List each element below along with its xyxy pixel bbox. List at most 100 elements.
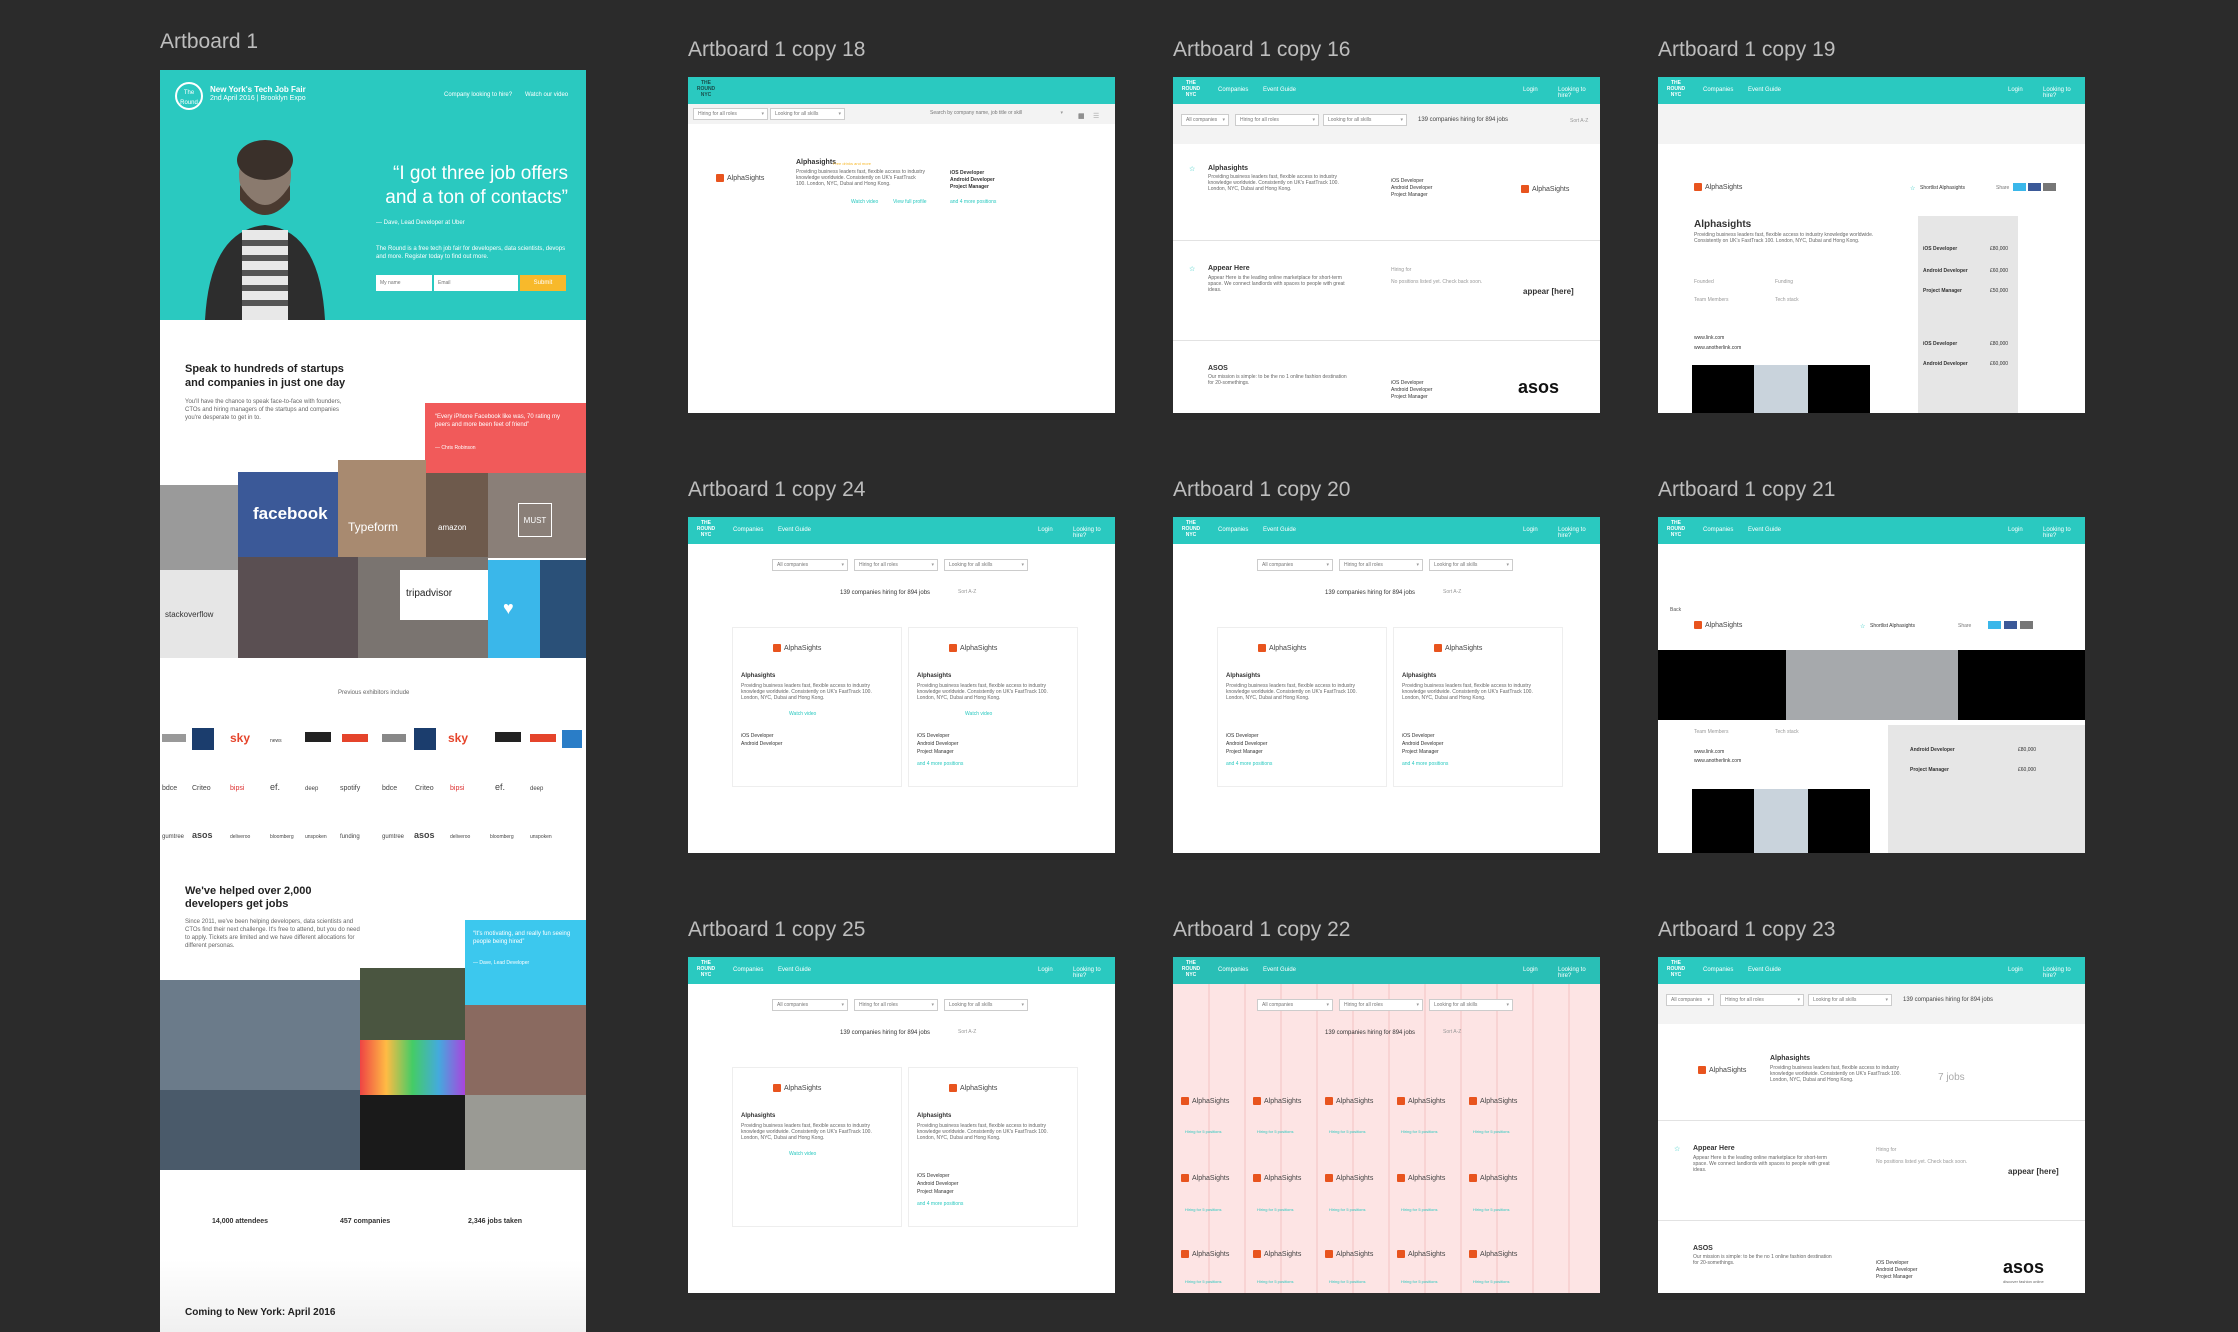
seven-jobs[interactable]: 7 jobs [1938,1072,1965,1083]
nav-login[interactable]: Login [1523,87,1538,93]
skills-select[interactable]: Looking for all skills [770,108,845,120]
nav-looking[interactable]: Looking to hire? [2043,527,2085,539]
grid-logo[interactable]: AlphaSights [1181,1097,1229,1105]
company-name[interactable]: Alphasights [1770,1055,1810,1062]
nav-companies[interactable]: Companies [1703,527,1733,533]
company-video[interactable] [1692,365,1870,413]
artboard-22[interactable]: THE ROUND NYC Companies Event Guide Logi… [1173,957,1600,1293]
hiring-link[interactable]: Hiring for 5 positions [1473,1279,1509,1284]
company-name[interactable]: Alphasights [796,159,836,166]
nav-event-guide[interactable]: Event Guide [1748,87,1781,93]
search-input[interactable]: Search by company name, job title or ski… [926,108,1066,120]
job-1[interactable]: iOS Developer [1923,246,1957,252]
companies-select[interactable]: All companies [1181,114,1229,126]
companies-select[interactable]: All companies [1257,999,1333,1011]
watch-video-link[interactable]: Watch video [789,711,816,717]
nav-companies[interactable]: Companies [1703,967,1733,973]
job-3[interactable]: Project Manager [1391,192,1428,198]
hiring-link[interactable]: Hiring for 5 positions [1329,1129,1365,1134]
hiring-link[interactable]: Hiring for 5 positions [1185,1279,1221,1284]
companies-select[interactable]: All companies [1666,994,1714,1006]
job-2[interactable]: Android Developer [1226,741,1267,747]
nav-event-guide[interactable]: Event Guide [1263,967,1296,973]
watch-video-link[interactable]: Watch video [965,711,992,717]
hiring-link[interactable]: Hiring for 5 positions [1401,1207,1437,1212]
nav-event-guide[interactable]: Event Guide [1263,87,1296,93]
company-card[interactable]: AlphaSights Alphasights Providing busine… [908,1067,1078,1227]
job-2[interactable]: Android Developer [741,741,782,747]
roles-select[interactable]: Hiring for all roles [1339,999,1423,1011]
grid-logo[interactable]: AlphaSights [1325,1097,1373,1105]
nav-looking[interactable]: Looking to hire? [1073,527,1115,539]
grid-logo[interactable]: AlphaSights [1253,1250,1301,1258]
job-1[interactable]: iOS Developer [917,733,950,739]
grid-logo[interactable]: AlphaSights [1469,1174,1517,1182]
share-twitter-button[interactable] [1988,621,2001,629]
job-3[interactable]: Project Manager [1923,288,1962,294]
watch-video-link[interactable]: Watch video [789,1151,816,1157]
grid-logo[interactable]: AlphaSights [1325,1250,1373,1258]
round-logo[interactable]: THE ROUND NYC [1666,520,1686,540]
hiring-link[interactable]: Hiring for 5 positions [1401,1129,1437,1134]
company-video[interactable] [1692,789,1870,853]
nav-login[interactable]: Login [2008,87,2023,93]
list-view-icon[interactable]: ☰ [1093,112,1099,120]
grid-logo[interactable]: AlphaSights [1181,1174,1229,1182]
nav-looking[interactable]: Looking to hire? [2043,87,2085,99]
round-logo[interactable]: THE ROUND NYC [1181,960,1201,980]
skills-select[interactable]: Looking for all skills [944,559,1028,571]
hiring-link[interactable]: Hiring for 5 positions [1185,1129,1221,1134]
nav-companies[interactable]: Companies [1218,87,1248,93]
job-3[interactable]: Project Manager [1391,394,1428,400]
job-1[interactable]: iOS Developer [1391,178,1424,184]
share-twitter-button[interactable] [2013,183,2026,191]
skills-select[interactable]: Looking for all skills [1323,114,1407,126]
job-2[interactable]: Android Developer [917,1181,958,1187]
nav-login[interactable]: Login [1523,967,1538,973]
sort-link[interactable]: Sort A-Z [1443,1029,1461,1035]
shortlist-button[interactable]: Shortlist Alphasights [1920,185,1965,191]
job-2[interactable]: Android Developer [917,741,958,747]
roles-select[interactable]: Hiring for all roles [1339,559,1423,571]
nav-companies[interactable]: Companies [733,967,763,973]
job-1[interactable]: iOS Developer [950,170,984,176]
round-logo[interactable]: THE ROUND NYC [696,520,716,540]
artboard-23[interactable]: THE ROUND NYC Companies Event Guide Logi… [1658,957,2085,1293]
grid-logo[interactable]: AlphaSights [1181,1250,1229,1258]
site-link-2[interactable]: www.anotherlink.com [1694,758,1741,764]
sort-link[interactable]: Sort A-Z [958,1029,976,1035]
hiring-link[interactable]: Hiring for 5 positions [1185,1207,1221,1212]
star-icon[interactable]: ☆ [1674,1145,1680,1153]
hiring-link[interactable]: Hiring for 5 positions [1329,1279,1365,1284]
job-3[interactable]: Project Manager [917,749,954,755]
job-2[interactable]: Android Developer [1876,1267,1917,1273]
round-logo[interactable]: THE ROUND NYC [1181,80,1201,100]
sort-link[interactable]: Sort A-Z [1570,118,1588,124]
asos-name[interactable]: ASOS [1693,1245,1713,1252]
artboard-20[interactable]: THE ROUND NYC Companies Event Guide Logi… [1173,517,1600,853]
company-card[interactable]: AlphaSights Alphasights Providing busine… [1217,627,1387,787]
roles-select[interactable]: Hiring for all roles [854,559,938,571]
job-1[interactable]: iOS Developer [1226,733,1259,739]
sort-link[interactable]: Sort A-Z [1443,589,1461,595]
submit-button[interactable]: Submit [520,275,566,291]
hiring-link[interactable]: Hiring for 5 positions [1329,1207,1365,1212]
companies-select[interactable]: All companies [1257,559,1333,571]
share-facebook-button[interactable] [2028,183,2041,191]
grid-logo[interactable]: AlphaSights [1253,1097,1301,1105]
roles-select[interactable]: Hiring for all roles [1720,994,1804,1006]
skills-select[interactable]: Looking for all skills [1429,559,1513,571]
grid-logo[interactable]: AlphaSights [1469,1097,1517,1105]
job-1[interactable]: iOS Developer [917,1173,950,1179]
site-link[interactable]: www.link.com [1694,749,1724,755]
nav-event-guide[interactable]: Event Guide [778,967,811,973]
hiring-link[interactable]: Hiring for 5 positions [1257,1129,1293,1134]
company-card[interactable]: AlphaSights Alphasights Providing busine… [732,627,902,787]
more-positions-link[interactable]: and 4 more positions [917,1201,963,1207]
site-link-2[interactable]: www.anotherlink.com [1694,345,1741,351]
share-email-button[interactable] [2020,621,2033,629]
more-positions-link[interactable]: and 4 more positions [1402,761,1448,767]
star-icon[interactable]: ☆ [1189,265,1195,273]
nav-event-guide[interactable]: Event Guide [778,527,811,533]
grid-logo[interactable]: AlphaSights [1325,1174,1373,1182]
